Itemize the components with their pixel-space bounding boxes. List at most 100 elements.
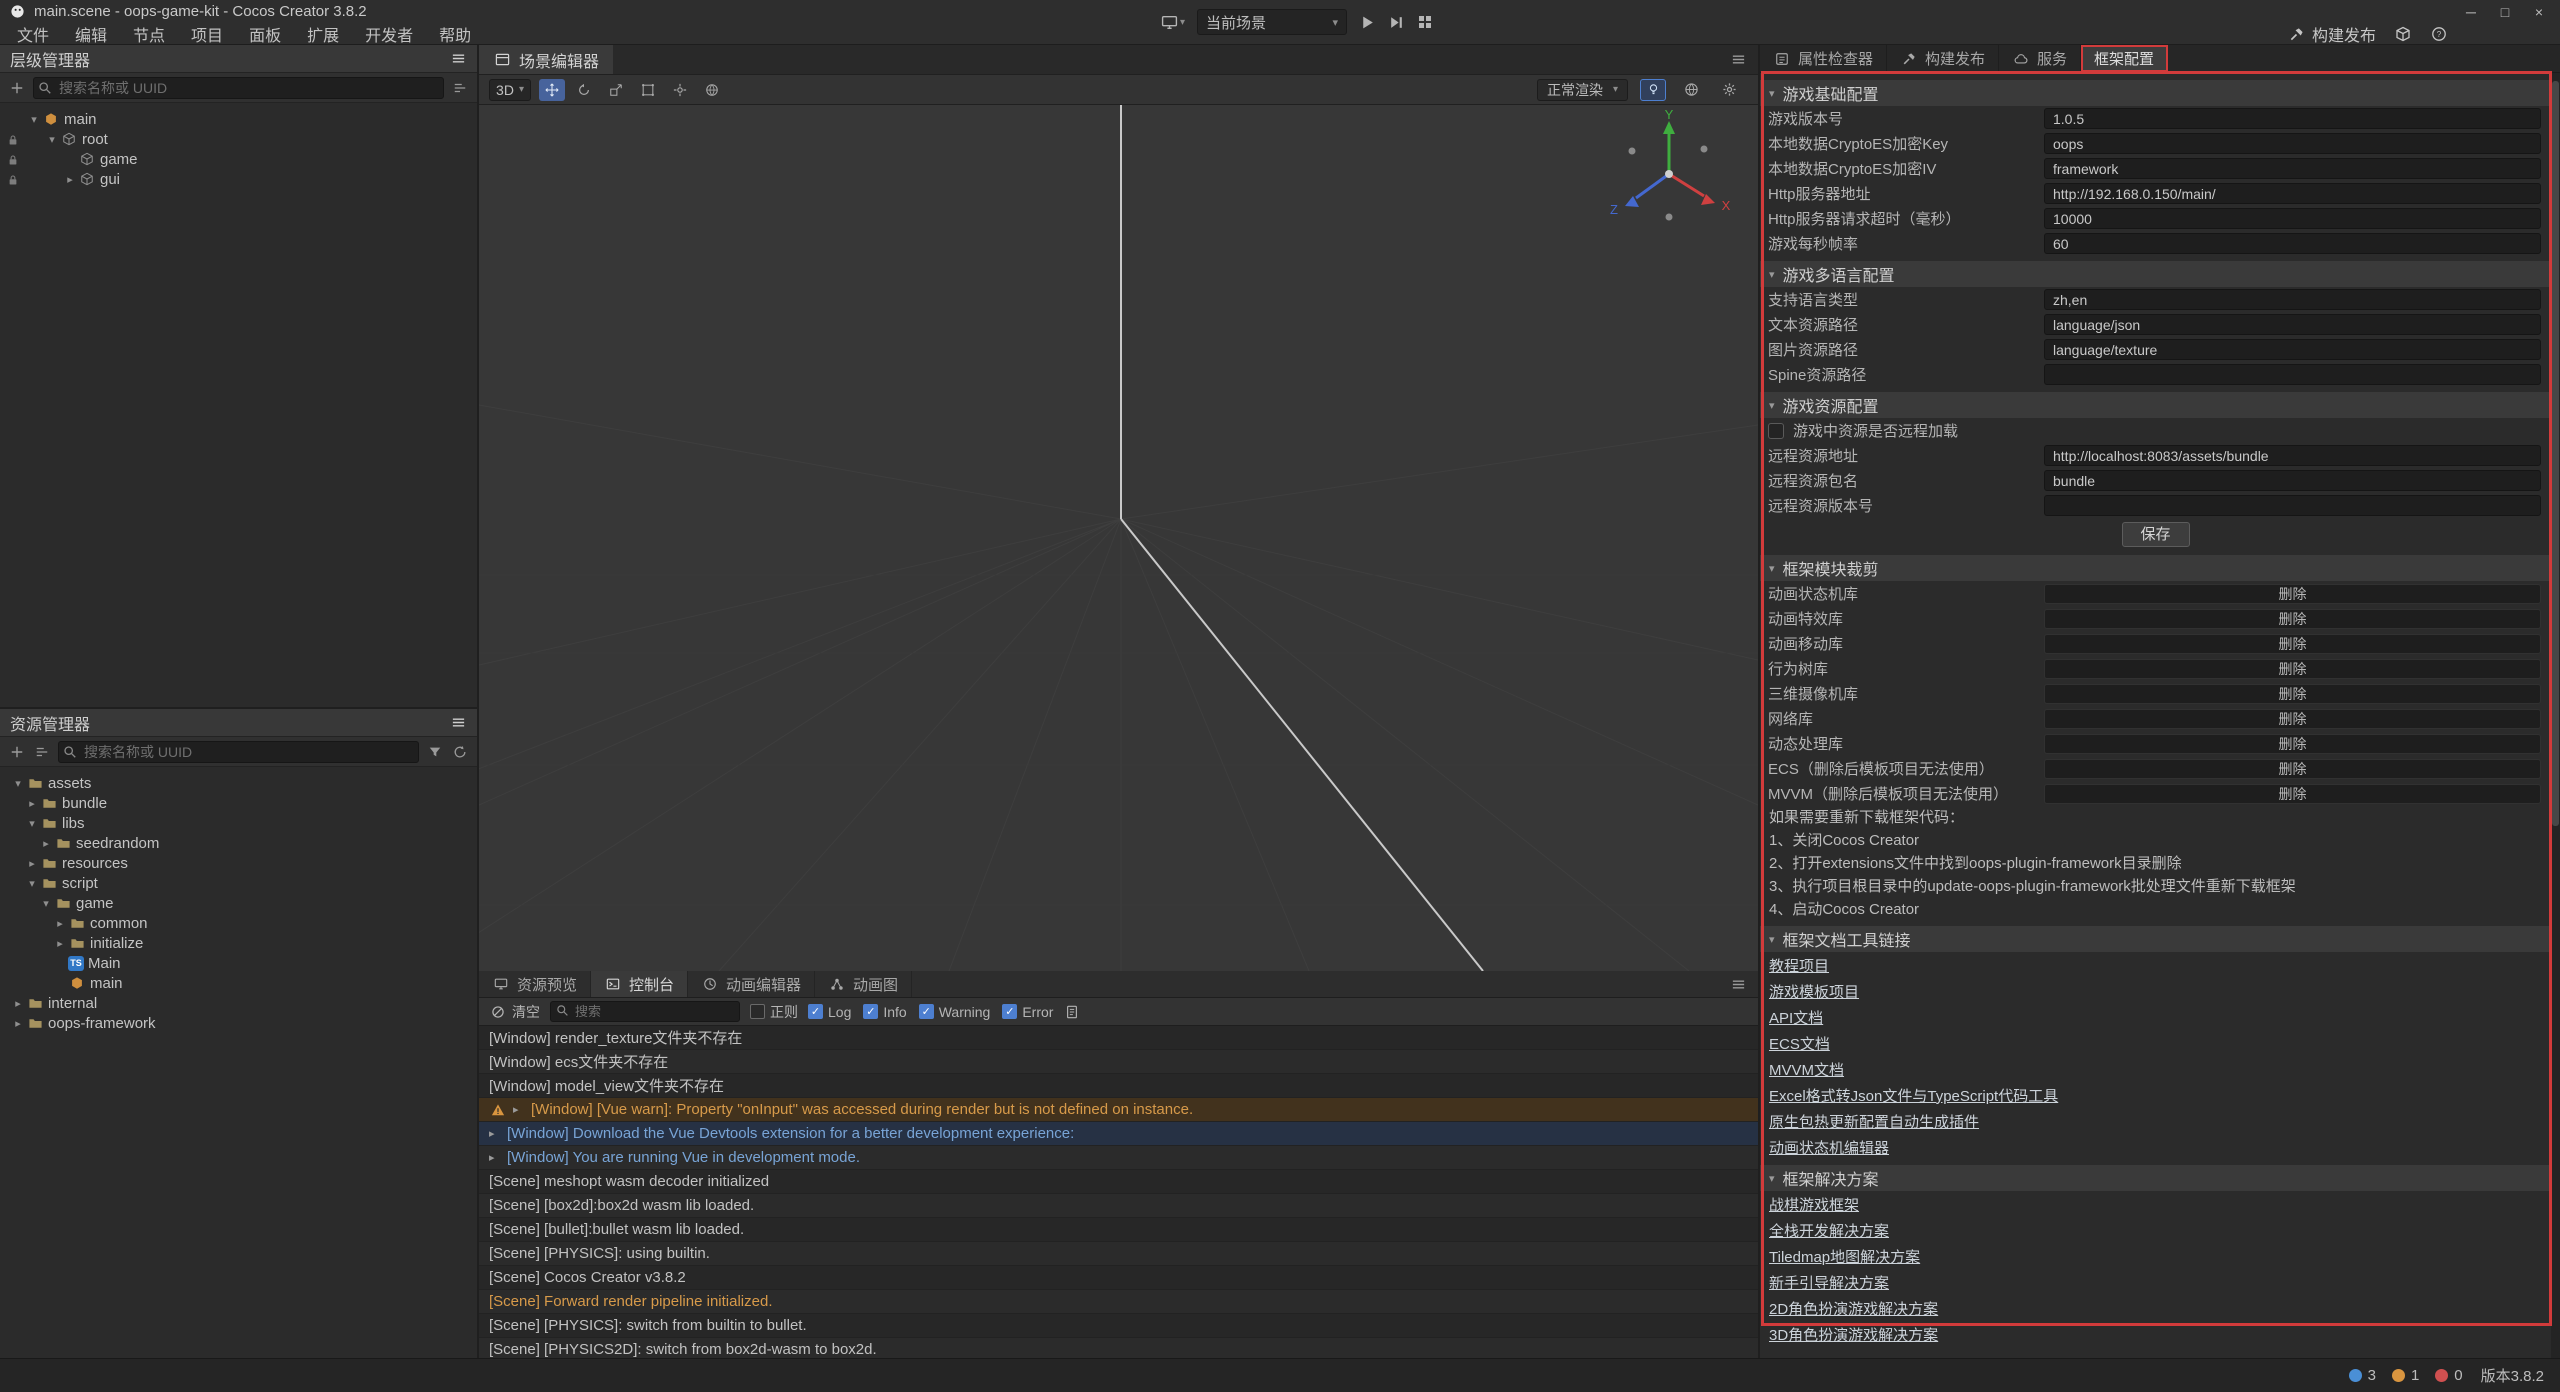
remote-load-checkbox[interactable] (1768, 423, 1784, 439)
scene-menu-icon[interactable] (1719, 45, 1758, 74)
field-input[interactable] (2044, 314, 2541, 335)
menu-item[interactable]: 开发者 (352, 22, 426, 46)
maximize-button[interactable]: □ (2488, 0, 2522, 23)
message-count[interactable]: 3 (2349, 1367, 2376, 1384)
scale-tool-button[interactable] (603, 79, 629, 101)
refresh-icon[interactable] (451, 745, 469, 759)
chevron-down-icon[interactable]: ▾ (10, 777, 26, 790)
chevron-right-icon[interactable]: ▸ (24, 797, 40, 810)
checkbox[interactable]: ✓ (1002, 1004, 1017, 1019)
log-row[interactable]: ▸[Window] Download the Vue Devtools exte… (479, 1122, 1758, 1146)
tab-控制台[interactable]: 控制台 (591, 971, 688, 997)
console-menu-icon[interactable] (1719, 971, 1758, 997)
help-icon[interactable]: ? (2430, 26, 2448, 42)
error-count[interactable]: 0 (2435, 1367, 2462, 1384)
play-button[interactable] (1359, 14, 1376, 31)
checkbox[interactable]: ✓ (863, 1004, 878, 1019)
doc-link[interactable]: 全栈开发解决方案 (1769, 1220, 1889, 1241)
menu-item[interactable]: 面板 (236, 22, 294, 46)
preview-device-button[interactable]: ▾ (1160, 14, 1185, 31)
filter-log[interactable]: ✓Log (808, 1004, 851, 1020)
section-header[interactable]: ▾游戏基础配置 (1760, 80, 2551, 106)
minimize-button[interactable]: ─ (2454, 0, 2488, 23)
asset-node-row[interactable]: ▾libs (0, 813, 477, 833)
asset-node-row[interactable]: ▸common (0, 913, 477, 933)
light-toggle-button[interactable] (1640, 79, 1666, 101)
add-node-button[interactable] (8, 81, 26, 95)
chevron-right-icon[interactable]: ▸ (38, 837, 54, 850)
axis-gizmo[interactable]: Y X Z (1594, 109, 1744, 239)
hierarchy-search-input[interactable] (33, 77, 444, 99)
log-row[interactable]: [Scene] [PHYSICS]: using builtin. (479, 1242, 1758, 1266)
delete-button[interactable]: 删除 (2044, 684, 2541, 704)
menu-item[interactable]: 帮助 (426, 22, 484, 46)
save-button[interactable]: 保存 (2122, 522, 2190, 547)
hierarchy-filter-icon[interactable] (451, 81, 469, 95)
assets-menu-icon[interactable] (449, 715, 467, 730)
asset-node-row[interactable]: ▸seedrandom (0, 833, 477, 853)
field-input[interactable] (2044, 289, 2541, 310)
chevron-right-icon[interactable]: ▸ (52, 937, 68, 950)
section-header[interactable]: ▾游戏多语言配置 (1760, 261, 2551, 287)
assets-filter-icon[interactable] (426, 745, 444, 759)
filter-warning[interactable]: ✓Warning (919, 1004, 991, 1020)
doc-link[interactable]: Tiledmap地图解决方案 (1769, 1246, 1920, 1267)
doc-link[interactable]: Excel格式转Json文件与TypeScript代码工具 (1769, 1085, 2058, 1106)
field-input[interactable] (2044, 208, 2541, 229)
delete-button[interactable]: 删除 (2044, 784, 2541, 804)
menu-item[interactable]: 文件 (4, 22, 62, 46)
recttool-tool-button[interactable] (635, 79, 661, 101)
sort-icon[interactable] (33, 745, 51, 759)
chevron-right-icon[interactable]: ▸ (10, 1017, 26, 1030)
log-row[interactable]: ▸[Window] You are running Vue in develop… (479, 1146, 1758, 1170)
expand-chevron-icon[interactable]: ▸ (513, 1103, 525, 1116)
lock-icon[interactable] (7, 173, 20, 190)
expand-chevron-icon[interactable]: ▸ (489, 1127, 501, 1140)
chevron-down-icon[interactable]: ▾ (26, 113, 42, 126)
clear-console-button[interactable]: 清空 (489, 1002, 540, 1022)
chevron-down-icon[interactable]: ▾ (38, 897, 54, 910)
field-input[interactable] (2044, 445, 2541, 466)
log-row[interactable]: [Scene] meshopt wasm decoder initialized (479, 1170, 1758, 1194)
log-row[interactable]: ▸[Window] [Vue warn]: Property "onInput"… (479, 1098, 1758, 1122)
chevron-down-icon[interactable]: ▾ (24, 877, 40, 890)
hierarchy-node-row[interactable]: game (0, 149, 477, 169)
menu-item[interactable]: 项目 (178, 22, 236, 46)
section-header[interactable]: ▾框架解决方案 (1760, 1165, 2551, 1191)
delete-button[interactable]: 删除 (2044, 609, 2541, 629)
field-input[interactable] (2044, 133, 2541, 154)
field-input[interactable] (2044, 339, 2541, 360)
field-input[interactable] (2044, 158, 2541, 179)
tab-动画图[interactable]: 动画图 (815, 971, 912, 997)
package-icon[interactable] (2394, 26, 2412, 42)
log-row[interactable]: [Scene] [PHYSICS2D]: switch from box2d-w… (479, 1338, 1758, 1358)
layout-grid-button[interactable] (1417, 14, 1433, 30)
scene-settings-gear-button[interactable] (1716, 79, 1742, 101)
scrollbar-thumb[interactable] (2552, 81, 2559, 826)
asset-node-row[interactable]: main (0, 973, 477, 993)
chevron-down-icon[interactable]: ▾ (44, 133, 60, 146)
log-row[interactable]: [Scene] [PHYSICS]: switch from builtin t… (479, 1314, 1758, 1338)
tab-scene-editor[interactable]: 场景编辑器 (479, 45, 613, 74)
scene-select-dropdown[interactable]: 当前场景▾ (1197, 9, 1347, 35)
asset-node-row[interactable]: ▸resources (0, 853, 477, 873)
section-header[interactable]: ▾游戏资源配置 (1760, 392, 2551, 418)
move-tool-button[interactable] (539, 79, 565, 101)
tab-属性检查器[interactable]: 属性检查器 (1760, 45, 1887, 72)
hierarchy-node-row[interactable]: ▾main (0, 109, 477, 129)
log-row[interactable]: [Window] model_view文件夹不存在 (479, 1074, 1758, 1098)
menu-item[interactable]: 扩展 (294, 22, 352, 46)
asset-node-row[interactable]: ▾game (0, 893, 477, 913)
console-log-list[interactable]: [Window] render_texture文件夹不存在[Window] ec… (479, 1026, 1758, 1358)
asset-node-row[interactable]: ▸oops-framework (0, 1013, 477, 1033)
doc-link[interactable]: 战棋游戏框架 (1769, 1194, 1859, 1215)
assets-search-input[interactable] (58, 741, 419, 763)
inspector-scrollbar[interactable] (2551, 73, 2560, 1358)
field-input[interactable] (2044, 364, 2541, 385)
doc-link[interactable]: 动画状态机编辑器 (1769, 1137, 1889, 1158)
delete-button[interactable]: 删除 (2044, 584, 2541, 604)
console-search-input[interactable] (550, 1001, 740, 1022)
render-mode-dropdown[interactable]: 正常渲染▾ (1537, 79, 1628, 101)
regex-checkbox[interactable] (750, 1004, 765, 1019)
log-row[interactable]: [Window] render_texture文件夹不存在 (479, 1026, 1758, 1050)
